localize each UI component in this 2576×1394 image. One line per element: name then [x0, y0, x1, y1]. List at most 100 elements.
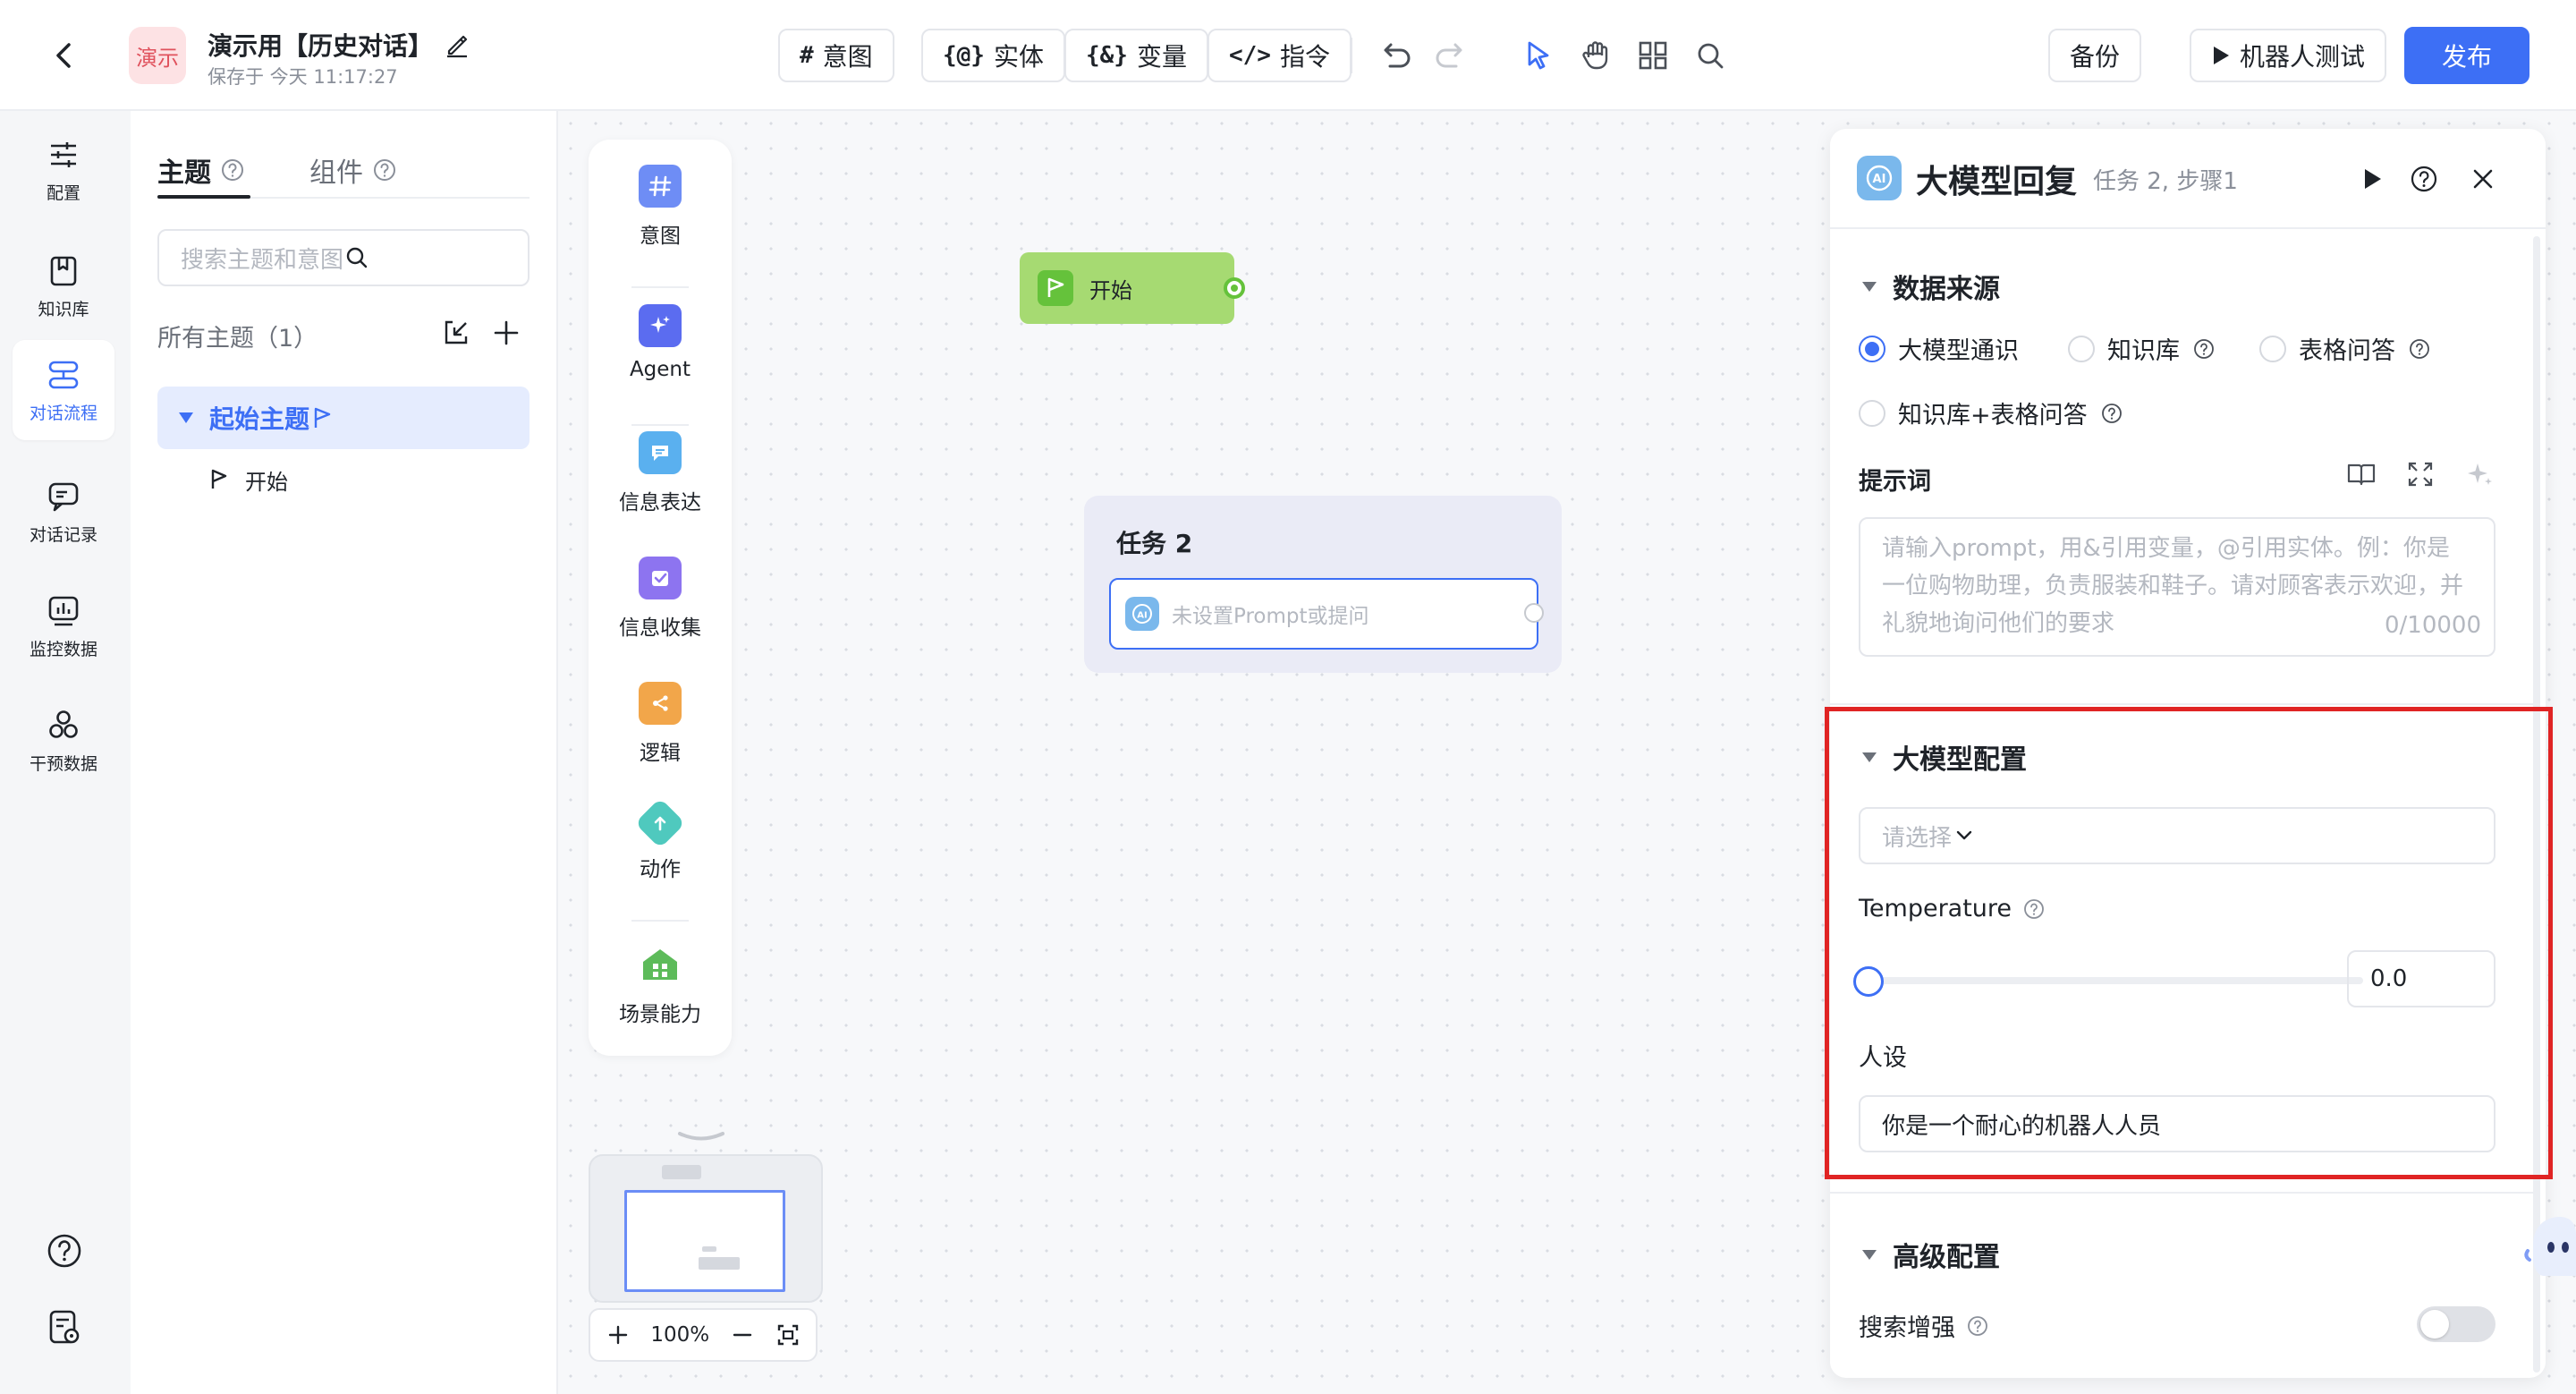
palette-item-scene[interactable]: 场景能力 — [589, 943, 732, 1027]
zoom-in-icon[interactable] — [605, 1322, 631, 1348]
book-icon[interactable] — [2345, 458, 2377, 490]
caret-down-icon — [1862, 752, 1877, 762]
zoom-out-icon[interactable] — [729, 1322, 756, 1348]
minimap-collapse-handle[interactable] — [676, 1131, 726, 1142]
question-icon — [2022, 897, 2046, 921]
temperature-slider-track[interactable] — [1866, 977, 2363, 984]
minimap[interactable] — [589, 1154, 823, 1303]
temperature-slider-thumb[interactable] — [1853, 966, 1884, 997]
flow-icon — [46, 357, 81, 393]
topic-search-input[interactable]: 搜索主题和意图 — [157, 229, 530, 286]
variable-button-label: 变量 — [1136, 42, 1187, 72]
nav-item-config[interactable]: 配置 — [13, 120, 114, 220]
undo-icon[interactable] — [1376, 36, 1415, 75]
start-node[interactable]: 开始 — [1020, 252, 1234, 324]
nav-item-dialog-records[interactable]: 对话记录 — [13, 462, 114, 562]
tab-topics[interactable]: 主题 — [157, 150, 245, 190]
ai-icon: AI — [1125, 597, 1159, 631]
back-icon[interactable] — [45, 36, 84, 75]
nav-item-label: 对话流程 — [29, 403, 97, 423]
bot-test-button-label: 机器人测试 — [2240, 42, 2366, 72]
llm-reply-config-panel: AI 大模型回复 任务 2, 步骤1 数据来源 大模型通识 知识库 表格问答 知… — [1830, 129, 2546, 1378]
task-node-output-port[interactable] — [1524, 603, 1544, 623]
model-select-placeholder: 请选择 — [1882, 824, 1953, 852]
fit-view-icon[interactable] — [775, 1322, 801, 1348]
entity-icon: {@} — [943, 42, 985, 69]
ai-sparkle-icon[interactable] — [2463, 458, 2496, 490]
flag-icon — [1038, 270, 1073, 306]
chevron-down-icon — [1952, 823, 1977, 848]
palette-item-label: 信息表达 — [619, 491, 701, 514]
bookmark-icon — [46, 253, 81, 289]
intent-button[interactable]: # 意图 — [778, 29, 894, 82]
question-icon — [2408, 337, 2431, 361]
palette-item-intent[interactable]: 意图 — [589, 165, 732, 249]
search-enhance-toggle[interactable] — [2417, 1306, 2496, 1342]
nav-item-monitoring[interactable]: 监控数据 — [13, 576, 114, 676]
model-select[interactable]: 请选择 — [1859, 807, 2496, 864]
flag-icon — [208, 468, 231, 491]
radio-knowledge-base[interactable]: 知识库 — [2068, 331, 2216, 366]
entity-button[interactable]: {@} 实体 — [921, 29, 1065, 82]
task-node[interactable]: 任务 2 AI 未设置Prompt或提问 — [1084, 496, 1562, 673]
persona-input[interactable]: 你是一个耐心的机器人人员 — [1859, 1095, 2496, 1152]
assistant-mascot-icon[interactable] — [2524, 1210, 2576, 1276]
help-icon[interactable] — [2408, 163, 2440, 195]
command-button[interactable]: </> 指令 — [1208, 29, 1352, 82]
document-settings-icon[interactable] — [43, 1306, 86, 1349]
nav-item-label: 配置 — [46, 183, 80, 203]
radio-dot — [1859, 335, 1885, 362]
topic-item-start[interactable]: 起始主题 — [157, 387, 530, 449]
import-icon[interactable] — [440, 317, 472, 349]
redo-icon[interactable] — [1431, 36, 1470, 75]
config-scrollbar[interactable] — [2533, 236, 2540, 1373]
nav-item-knowledge[interactable]: 知识库 — [13, 236, 114, 336]
nav-item-intervention[interactable]: 干预数据 — [13, 691, 114, 791]
search-placeholder: 搜索主题和意图 — [181, 246, 344, 274]
search-icon[interactable] — [1690, 36, 1730, 75]
variable-button[interactable]: {&} 变量 — [1064, 29, 1208, 82]
model-config-section-toggle[interactable]: 大模型配置 — [1862, 737, 2027, 777]
caret-down-icon[interactable] — [179, 412, 193, 423]
start-node-output-port[interactable] — [1224, 277, 1245, 299]
nav-item-dialog-flow[interactable]: 对话流程 — [13, 340, 114, 440]
bot-test-button[interactable]: 机器人测试 — [2190, 29, 2387, 82]
play-icon[interactable] — [2356, 163, 2388, 195]
topic-sub-item-start[interactable]: 开始 — [208, 453, 288, 506]
layout-icon[interactable] — [1633, 36, 1673, 75]
palette-divider — [631, 286, 689, 288]
code-icon: </> — [1229, 42, 1271, 69]
palette-item-label: Agent — [629, 358, 691, 381]
toolbar-divider — [1351, 38, 1352, 73]
advanced-config-section-toggle[interactable]: 高级配置 — [1862, 1235, 2000, 1274]
radio-label: 知识库 — [2107, 337, 2180, 365]
publish-button[interactable]: 发布 — [2404, 27, 2530, 84]
active-tab-indicator — [157, 195, 250, 199]
temperature-input[interactable]: 0.0 — [2347, 950, 2496, 1007]
palette-item-logic[interactable]: 逻辑 — [589, 682, 732, 766]
temperature-label: Temperature — [1859, 895, 2046, 922]
palette-item-agent[interactable]: Agent — [589, 304, 732, 381]
palette-item-action[interactable]: 动作 — [589, 797, 732, 882]
data-source-section-toggle[interactable]: 数据来源 — [1862, 267, 2000, 306]
topic-panel: 主题 组件 搜索主题和意图 所有主题（1） 起始主题 开始 — [131, 111, 558, 1394]
minimap-node — [699, 1257, 740, 1270]
add-topic-icon[interactable] — [490, 317, 522, 349]
pointer-icon[interactable] — [1519, 36, 1558, 75]
help-icon[interactable] — [43, 1229, 86, 1272]
hand-icon[interactable] — [1576, 36, 1615, 75]
palette-item-label: 动作 — [640, 858, 681, 881]
edit-icon[interactable] — [444, 31, 470, 58]
palette-item-collect[interactable]: 信息收集 — [589, 557, 732, 641]
minimap-viewport[interactable] — [624, 1190, 785, 1292]
expand-icon[interactable] — [2404, 458, 2436, 490]
radio-llm-general[interactable]: 大模型通识 — [1859, 331, 2019, 366]
close-icon[interactable] — [2467, 163, 2499, 195]
tab-components[interactable]: 组件 — [309, 150, 397, 190]
radio-knowledge-table-qa[interactable]: 知识库+表格问答 — [1859, 395, 2123, 430]
radio-table-qa[interactable]: 表格问答 — [2259, 331, 2431, 366]
persona-label: 人设 — [1859, 1044, 1907, 1072]
backup-button[interactable]: 备份 — [2048, 29, 2142, 82]
palette-item-message[interactable]: 信息表达 — [589, 431, 732, 515]
task-step-llm-reply[interactable]: AI 未设置Prompt或提问 — [1109, 578, 1538, 650]
